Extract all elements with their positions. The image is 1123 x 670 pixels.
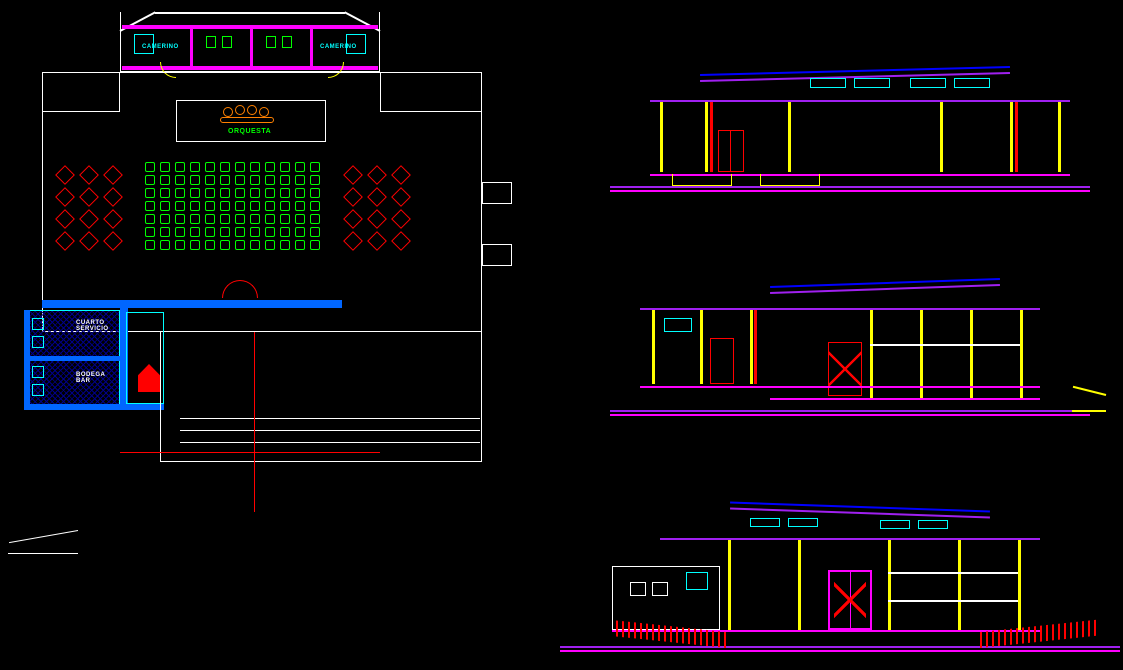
floor-plan: CAMERINO CAMERINO ORQUESTA	[10, 0, 530, 560]
stage-label: ORQUESTA	[228, 128, 271, 135]
line	[180, 442, 480, 443]
corridor	[126, 312, 164, 404]
room-label: CAMERINO	[142, 44, 179, 50]
room-label: BODEGA BAR	[76, 372, 116, 384]
wall-blue	[24, 356, 120, 361]
fixture-icon	[206, 36, 216, 48]
elevation-side	[560, 500, 1120, 670]
elevation-front	[610, 60, 1090, 210]
steps-icon	[672, 174, 732, 186]
tables-right	[346, 168, 408, 248]
fixture-icon	[32, 318, 44, 330]
axis-line	[120, 452, 380, 453]
fixture-icon	[266, 36, 276, 48]
axis-line	[254, 332, 255, 512]
wall-segment	[42, 72, 120, 112]
wall-blue	[24, 404, 164, 410]
ramp-line	[1073, 386, 1106, 396]
wall-blue	[42, 300, 342, 308]
room-label: CUARTO SERVICIO	[76, 320, 116, 332]
elevation-section	[610, 278, 1100, 438]
entry-door	[828, 570, 872, 630]
railing-icon	[980, 619, 1100, 648]
partition	[190, 25, 193, 69]
fixture-icon	[32, 336, 44, 348]
room-label: CAMERINO	[320, 44, 357, 50]
partition	[250, 25, 253, 69]
ramp-icon	[8, 530, 78, 554]
seating-area	[145, 162, 320, 250]
orchestra-icon	[220, 105, 280, 125]
partition	[310, 25, 313, 69]
wall-blue	[24, 310, 30, 410]
fixture-icon	[282, 36, 292, 48]
fixture-icon	[222, 36, 232, 48]
fixture-icon	[32, 366, 44, 378]
ramp-icon	[1072, 398, 1106, 412]
cad-canvas[interactable]: CAMERINO CAMERINO ORQUESTA	[0, 0, 1123, 670]
line	[180, 430, 480, 431]
tables-left	[58, 168, 120, 248]
line	[180, 418, 480, 419]
fixture-icon	[32, 384, 44, 396]
wall-segment	[482, 182, 512, 204]
wall-segment	[482, 244, 512, 266]
wall-segment	[380, 72, 482, 112]
steps-icon	[760, 174, 820, 186]
